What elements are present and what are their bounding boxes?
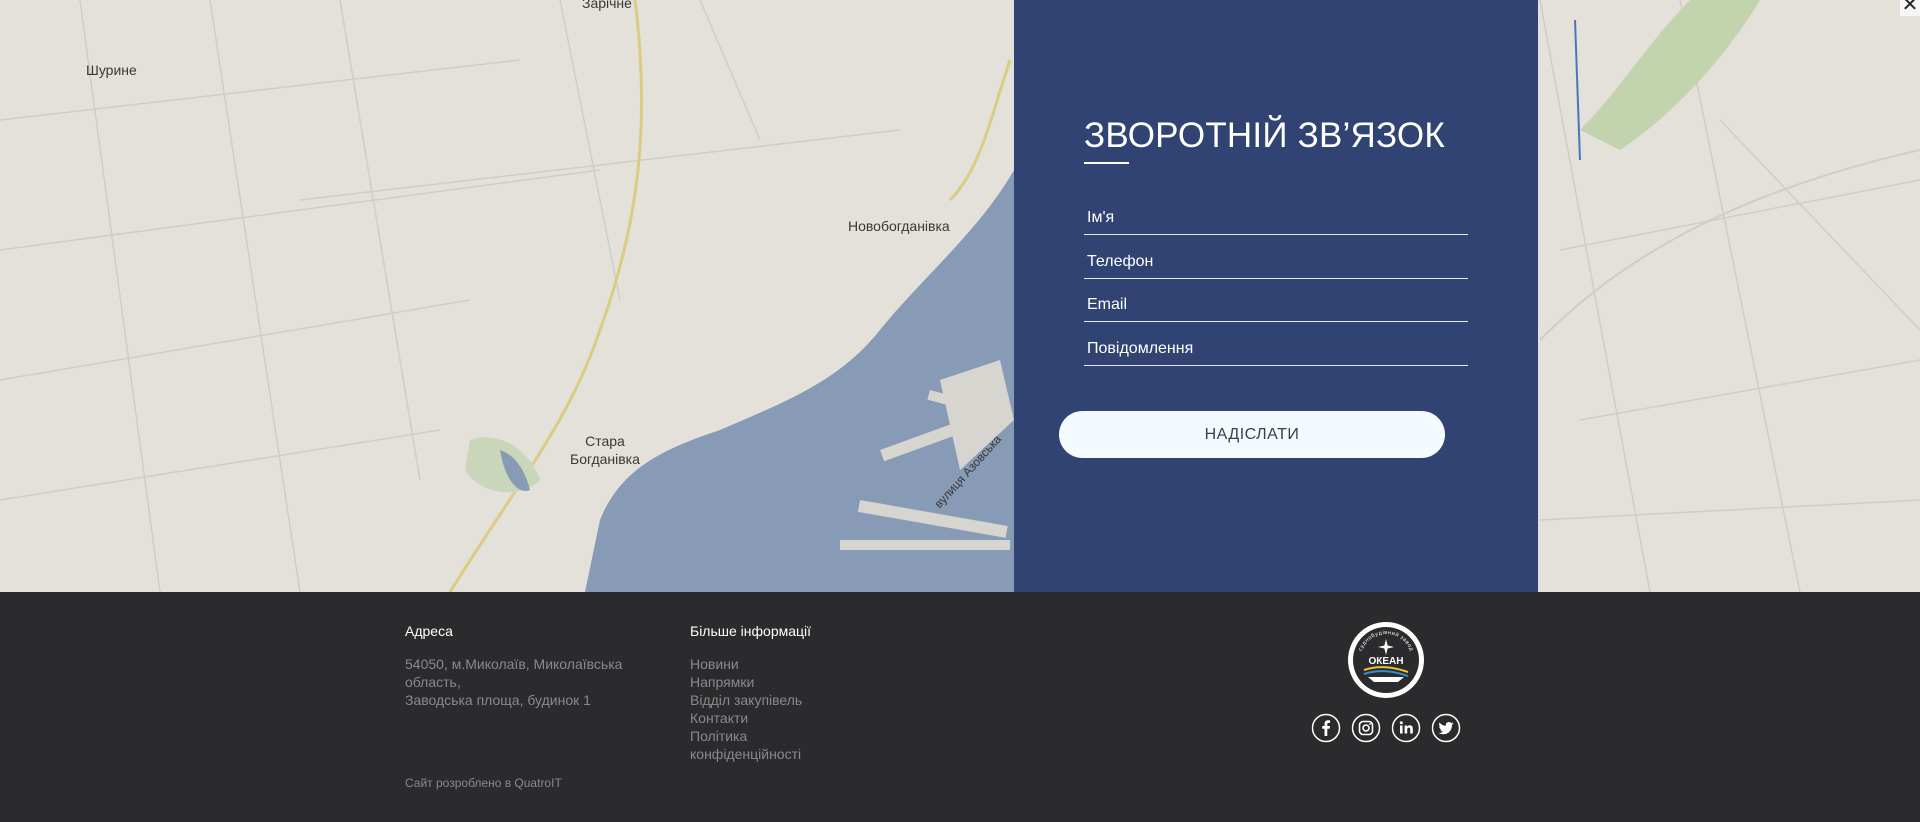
map-overlay [0,0,1920,592]
message-input[interactable] [1084,323,1468,365]
name-field-wrapper [1084,192,1468,235]
footer-link-procurement[interactable]: Відділ закупівель [690,691,830,709]
submit-button[interactable]: НАДІСЛАТИ [1059,411,1445,458]
location-map[interactable]: Зарічне Шурине Новобогданівка Стара Богд… [0,0,1920,592]
message-field-wrapper [1084,323,1468,366]
social-links [1311,713,1461,743]
logo-text: ОКЕАН [1369,656,1404,667]
list-item: Новини [690,655,830,673]
title-underline [1084,162,1129,164]
twitter-icon[interactable] [1431,713,1461,743]
address-line-2: Заводська площа, будинок 1 [405,692,591,708]
list-item: Напрямки [690,673,830,691]
address-heading: Адреса [405,623,453,639]
site-footer: Адреса 54050, м.Миколаїв, Миколаївська о… [0,592,1920,822]
footer-link-news[interactable]: Новини [690,655,830,673]
email-field-wrapper [1084,279,1468,322]
instagram-icon[interactable] [1351,713,1381,743]
name-input[interactable] [1084,192,1468,234]
feedback-form: ЗВОРОТНІЙ ЗВ’ЯЗОК НАДІСЛАТИ [1014,0,1538,592]
more-info-heading: Більше інформації [690,623,812,639]
phone-field-wrapper [1084,236,1468,279]
address-text: 54050, м.Миколаїв, Миколаївська область,… [405,655,645,709]
list-item: Контакти [690,709,830,727]
feedback-title: ЗВОРОТНІЙ ЗВ’ЯЗОК [1084,116,1445,155]
facebook-icon[interactable] [1311,713,1341,743]
linkedin-icon[interactable] [1391,713,1421,743]
footer-link-directions[interactable]: Напрямки [690,673,830,691]
close-icon[interactable]: ✕ [1900,0,1920,16]
footer-link-privacy[interactable]: Політика конфіденційності [690,727,830,763]
email-input[interactable] [1084,279,1468,321]
footer-links: Новини Напрямки Відділ закупівель Контак… [690,655,830,763]
address-line-1: 54050, м.Миколаїв, Миколаївська область, [405,656,623,690]
developer-credit[interactable]: Сайт розроблено в QuatroIT [405,776,562,790]
list-item: Політика конфіденційності [690,727,830,763]
phone-input[interactable] [1084,236,1468,278]
list-item: Відділ закупівель [690,691,830,709]
okean-logo[interactable]: суднобудівний завод ОКЕАН [1346,620,1426,700]
footer-link-contacts[interactable]: Контакти [690,709,830,727]
